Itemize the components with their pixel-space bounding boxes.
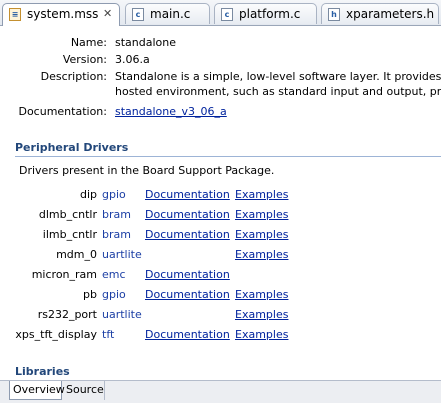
examples-link[interactable]: Examples [235,208,288,221]
page-tab-bar: Overview Source [0,380,441,403]
tab-overview[interactable]: Overview [9,381,65,400]
os-name-value: standalone [115,36,177,49]
c-file-icon: c [132,8,144,21]
tab-main-c[interactable]: c main.c [125,3,210,24]
os-version-value: 3.06.a [115,53,150,66]
driver-link[interactable]: uartlite [102,248,142,261]
mss-file-icon: ≡ [9,8,21,21]
tab-source[interactable]: Source [63,381,105,400]
driver-link[interactable]: gpio [102,188,126,201]
c-file-icon: c [221,8,233,21]
peripheral-name: micron_ram [31,268,97,281]
tab-label: main.c [150,7,191,21]
peripheral-name: ilmb_cntlr [42,228,97,241]
tab-label: xparameters.h [346,7,435,21]
overview-page: Name: standalone Version: 3.06.a Descrip… [0,26,441,381]
documentation-label: Documentation: [18,105,107,118]
description-line-2: hosted environment, such as standard inp… [115,85,441,98]
examples-link[interactable]: Examples [235,188,288,201]
driver-link[interactable]: bram [102,228,131,241]
description-label: Description: [40,70,107,83]
editor-tab-bar: ≡ system.mss ✕ c main.c c platform.c h x… [0,0,441,26]
libraries-heading[interactable]: Libraries [15,365,70,378]
peripheral-name: pb [83,288,97,301]
documentation-link[interactable]: Documentation [145,208,230,221]
close-icon[interactable]: ✕ [103,7,112,20]
description-line-1: Standalone is a simple, low-level softwa… [115,70,441,83]
peripheral-name: mdm_0 [56,248,97,261]
documentation-link[interactable]: Documentation [145,188,230,201]
documentation-link[interactable]: Documentation [145,328,230,341]
tab-system-mss[interactable]: ≡ system.mss ✕ [2,3,120,26]
peripheral-name: xps_tft_display [15,328,97,341]
examples-link[interactable]: Examples [235,248,288,261]
driver-link[interactable]: bram [102,208,131,221]
peripheral-name: dip [79,188,97,201]
tab-label: system.mss [27,7,99,21]
version-label: Version: [62,53,107,66]
examples-link[interactable]: Examples [235,308,288,321]
driver-link[interactable]: gpio [102,288,126,301]
driver-link[interactable]: emc [102,268,126,281]
examples-link[interactable]: Examples [235,328,288,341]
h-file-icon: h [328,8,340,21]
peripheral-drivers-heading[interactable]: Peripheral Drivers [15,141,128,154]
tab-platform-c[interactable]: c platform.c [214,3,317,24]
name-label: Name: [70,36,107,49]
driver-link[interactable]: uartlite [102,308,142,321]
examples-link[interactable]: Examples [235,288,288,301]
section-divider [15,156,441,157]
documentation-link[interactable]: Documentation [145,288,230,301]
driver-link[interactable]: tft [102,328,114,341]
peripheral-name: dlmb_cntlr [38,208,97,221]
tab-label: platform.c [239,7,301,21]
os-documentation-link[interactable]: standalone_v3_06_a [115,105,227,118]
documentation-link[interactable]: Documentation [145,228,230,241]
peripheral-intro-text: Drivers present in the Board Support Pac… [19,164,275,177]
examples-link[interactable]: Examples [235,228,288,241]
tab-xparameters-h[interactable]: h xparameters.h [321,3,439,24]
peripheral-name: rs232_port [37,308,97,321]
documentation-link[interactable]: Documentation [145,268,230,281]
